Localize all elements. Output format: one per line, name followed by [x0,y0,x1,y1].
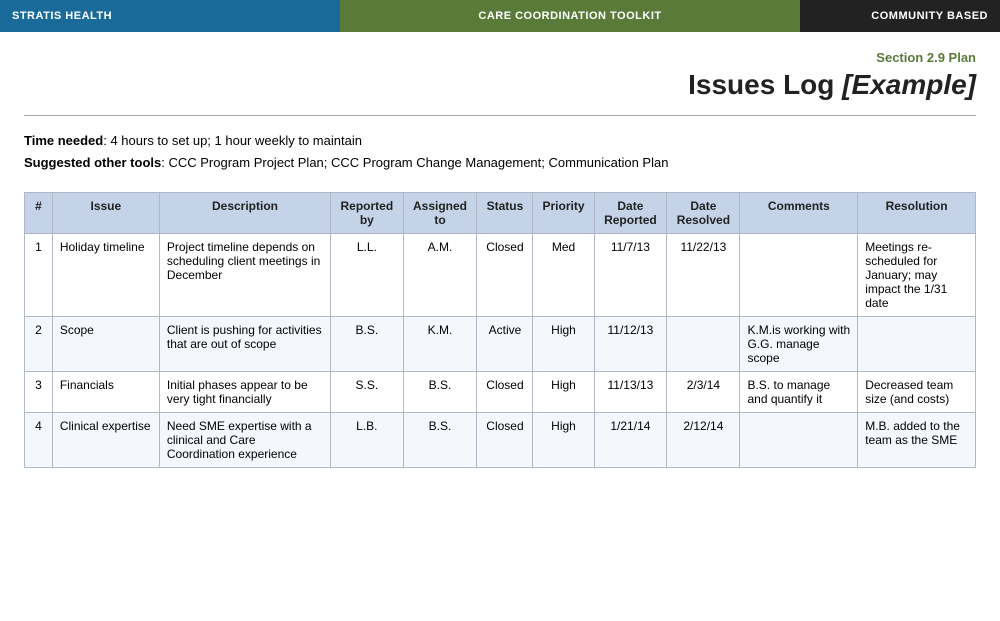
col-header-date-reported: Date Reported [594,193,667,234]
col-header-assigned-to: Assigned to [403,193,477,234]
cell-assigned-to: B.S. [403,372,477,413]
cell-comments [740,413,858,468]
cell-issue: Financials [52,372,159,413]
cell-date-reported: 11/12/13 [594,317,667,372]
cell-description: Initial phases appear to be very tight f… [159,372,330,413]
table-row: 4Clinical expertiseNeed SME expertise wi… [25,413,976,468]
col-header-comments: Comments [740,193,858,234]
suggested-tools-line: Suggested other tools: CCC Program Proje… [24,152,976,174]
cell-comments [740,234,858,317]
cell-date-reported: 11/7/13 [594,234,667,317]
cell-status: Closed [477,413,533,468]
cell-reported-by: L.L. [331,234,403,317]
cell-date-resolved: 2/12/14 [667,413,740,468]
cell-priority: High [533,372,594,413]
col-header-reported-by: Reported by [331,193,403,234]
col-header-resolution: Resolution [858,193,976,234]
cell-issue: Scope [52,317,159,372]
cell-date-resolved: 2/3/14 [667,372,740,413]
cell-resolution: Decreased team size (and costs) [858,372,976,413]
community-label: COMMUNITY BASED [800,0,1000,32]
col-header-status: Status [477,193,533,234]
time-label: Time needed [24,133,103,148]
suggested-label: Suggested other tools [24,155,161,170]
col-header-issue: Issue [52,193,159,234]
cell-resolution: M.B. added to the team as the SME [858,413,976,468]
title-divider [24,115,976,116]
cell-issue: Clinical expertise [52,413,159,468]
page-title: Issues Log [Example] [24,69,976,101]
cell-description: Project timeline depends on scheduling c… [159,234,330,317]
cell-description: Client is pushing for activities that ar… [159,317,330,372]
table-row: 2ScopeClient is pushing for activities t… [25,317,976,372]
cell-num: 4 [25,413,53,468]
main-content: Section 2.9 Plan Issues Log [Example] Ti… [0,32,1000,492]
cell-resolution: Meetings re-scheduled for January; may i… [858,234,976,317]
table-row: 3FinancialsInitial phases appear to be v… [25,372,976,413]
cell-comments: K.M.is working with G.G. manage scope [740,317,858,372]
cell-num: 1 [25,234,53,317]
cell-num: 2 [25,317,53,372]
col-header-num: # [25,193,53,234]
col-header-description: Description [159,193,330,234]
cell-description: Need SME expertise with a clinical and C… [159,413,330,468]
stratis-logo: STRATIS HEALTH [0,0,340,32]
cell-date-reported: 11/13/13 [594,372,667,413]
suggested-value: : CCC Program Project Plan; CCC Program … [161,155,668,170]
meta-info: Time needed: 4 hours to set up; 1 hour w… [24,130,976,174]
table-row: 1Holiday timelineProject timeline depend… [25,234,976,317]
cell-priority: Med [533,234,594,317]
cell-status: Active [477,317,533,372]
cell-priority: High [533,413,594,468]
cell-date-reported: 1/21/14 [594,413,667,468]
cell-date-resolved: 11/22/13 [667,234,740,317]
cell-status: Closed [477,234,533,317]
cell-num: 3 [25,372,53,413]
col-header-priority: Priority [533,193,594,234]
issues-table: # Issue Description Reported by Assigned… [24,192,976,468]
cell-reported-by: B.S. [331,317,403,372]
cell-issue: Holiday timeline [52,234,159,317]
section-label: Section 2.9 Plan [24,50,976,65]
cell-date-resolved [667,317,740,372]
time-value: : 4 hours to set up; 1 hour weekly to ma… [103,133,362,148]
cell-reported-by: L.B. [331,413,403,468]
col-header-date-resolved: Date Resolved [667,193,740,234]
cell-assigned-to: K.M. [403,317,477,372]
time-needed-line: Time needed: 4 hours to set up; 1 hour w… [24,130,976,152]
cell-priority: High [533,317,594,372]
page-header: STRATIS HEALTH CARE COORDINATION TOOLKIT… [0,0,1000,32]
cell-comments: B.S. to manage and quantify it [740,372,858,413]
cell-reported-by: S.S. [331,372,403,413]
table-header-row: # Issue Description Reported by Assigned… [25,193,976,234]
toolkit-title: CARE COORDINATION TOOLKIT [340,0,800,32]
cell-status: Closed [477,372,533,413]
cell-assigned-to: A.M. [403,234,477,317]
cell-assigned-to: B.S. [403,413,477,468]
cell-resolution [858,317,976,372]
